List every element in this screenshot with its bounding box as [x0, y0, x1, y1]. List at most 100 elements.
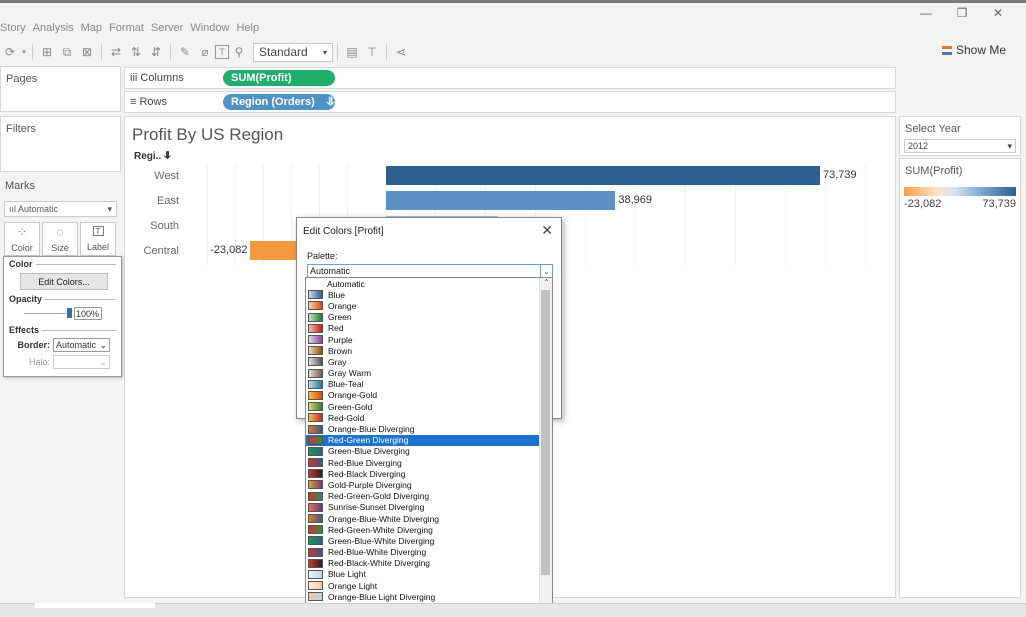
palette-option[interactable]: Red-Gold: [306, 412, 552, 423]
sum-profit-pill[interactable]: SUM(Profit): [223, 70, 335, 86]
restore-icon[interactable]: ❐: [944, 4, 980, 22]
highlight-icon[interactable]: ✎: [175, 42, 195, 62]
palette-option[interactable]: Green-Blue-White Diverging: [306, 535, 552, 546]
palette-option[interactable]: Green-Gold: [306, 401, 552, 412]
row-label[interactable]: South: [125, 220, 179, 232]
palette-option[interactable]: Orange Light: [306, 580, 552, 591]
palette-option[interactable]: Orange-Blue Diverging: [306, 423, 552, 434]
rows-shelf[interactable]: ≡ Rows Region (Orders) ⥥: [124, 91, 896, 113]
palette-option[interactable]: Red-Blue Diverging: [306, 457, 552, 468]
edit-colors-button[interactable]: Edit Colors...: [20, 273, 108, 290]
presentation-icon[interactable]: ⊤: [362, 42, 382, 62]
palette-option[interactable]: Sunrise-Sunset Diverging: [306, 502, 552, 513]
bar-east[interactable]: [386, 191, 616, 210]
region-header[interactable]: Regi.. ⥥: [134, 151, 171, 162]
palette-option-label: Orange-Gold: [328, 390, 378, 401]
menu-window[interactable]: Window: [190, 22, 229, 38]
effects-section-header: Effects: [4, 320, 121, 335]
mark-type-select[interactable]: ııl Automatic ▾: [4, 201, 117, 217]
palette-select[interactable]: Automatic ⌄: [307, 264, 553, 278]
label-mark-button[interactable]: T Label: [80, 222, 116, 256]
legend-values: -23,082 73,739: [900, 196, 1020, 212]
opacity-input[interactable]: 100%: [74, 307, 102, 320]
palette-dropdown-list[interactable]: Automatic Blue Orange Green Red Purple Brown Gr…: [305, 277, 553, 608]
palette-option-label: Red-Blue-White Diverging: [328, 547, 427, 558]
palette-option[interactable]: Blue-Teal: [306, 379, 552, 390]
row-label[interactable]: Central: [125, 245, 179, 257]
share-icon[interactable]: ⋖: [391, 42, 411, 62]
sheet-tab[interactable]: [35, 603, 155, 608]
color-legend-gradient[interactable]: [904, 187, 1016, 196]
row-label[interactable]: East: [125, 195, 179, 207]
row-label[interactable]: West: [125, 170, 179, 182]
pin-icon[interactable]: ⚲: [229, 42, 249, 62]
opacity-slider[interactable]: [24, 308, 72, 318]
palette-swatch-icon: [308, 390, 323, 400]
cards-icon[interactable]: ▤: [342, 42, 362, 62]
menu-help[interactable]: Help: [236, 22, 259, 38]
palette-option[interactable]: Brown: [306, 345, 552, 356]
sort-ascending-icon[interactable]: ⇅: [126, 42, 146, 62]
menu-server[interactable]: Server: [151, 22, 183, 38]
show-me-button[interactable]: Show Me: [941, 43, 1006, 57]
close-icon[interactable]: ✕: [980, 4, 1016, 22]
palette-option-label: Blue: [328, 289, 346, 300]
palette-swatch-icon: [308, 435, 323, 445]
halo-row: Halo: ⌄: [4, 352, 121, 369]
dropdown-scrollbar[interactable]: ⌃ ⌄: [539, 278, 552, 607]
palette-option[interactable]: Green-Blue Diverging: [306, 446, 552, 457]
palette-option[interactable]: Gold-Purple Diverging: [306, 479, 552, 490]
palette-option[interactable]: Red-Green-White Diverging: [306, 524, 552, 535]
menu-story[interactable]: Story: [0, 22, 26, 38]
sort-descending-icon[interactable]: ⇵: [146, 42, 166, 62]
palette-option[interactable]: Orange-Blue Light Diverging: [306, 591, 552, 602]
palette-option[interactable]: Green: [306, 312, 552, 323]
view-title[interactable]: Profit By US Region: [132, 125, 283, 145]
palette-option[interactable]: Red: [306, 323, 552, 334]
columns-shelf[interactable]: iii Columns SUM(Profit): [124, 67, 896, 89]
halo-select[interactable]: ⌄: [53, 355, 110, 369]
palette-option[interactable]: Gray Warm: [306, 368, 552, 379]
palette-option-label: Red-Green-White Diverging: [328, 524, 433, 535]
bar-west[interactable]: [386, 166, 820, 185]
region-pill[interactable]: Region (Orders) ⥥: [223, 94, 335, 110]
border-select[interactable]: Automatic ⌄: [53, 338, 110, 352]
palette-swatch-icon: [308, 525, 323, 535]
clear-sheet-icon[interactable]: ⊠: [77, 42, 97, 62]
label-icon[interactable]: T: [215, 45, 229, 59]
palette-option[interactable]: Automatic: [306, 278, 552, 289]
palette-option[interactable]: Purple: [306, 334, 552, 345]
color-popup: Color Edit Colors... Opacity 100% Effect…: [3, 256, 122, 377]
menu-analysis[interactable]: Analysis: [33, 22, 74, 38]
duplicate-sheet-icon[interactable]: ⧉: [57, 42, 77, 62]
swap-icon[interactable]: ⇄: [106, 42, 126, 62]
palette-option[interactable]: Orange-Gold: [306, 390, 552, 401]
palette-option[interactable]: Orange: [306, 300, 552, 311]
fit-select[interactable]: Standard ▾: [253, 42, 333, 62]
toolbar-divider: [32, 44, 33, 60]
menu-format[interactable]: Format: [109, 22, 144, 38]
palette-option[interactable]: Red-Blue-White Diverging: [306, 547, 552, 558]
scroll-up-icon[interactable]: ⌃: [543, 278, 550, 287]
size-mark-button[interactable]: ◌ Size: [42, 222, 78, 256]
color-mark-button[interactable]: ⁘ Color: [4, 222, 40, 256]
palette-option[interactable]: Red-Green Diverging: [306, 434, 552, 446]
dropdown-arrow-icon[interactable]: ▾: [20, 42, 28, 62]
year-select[interactable]: 2012 ▾: [904, 139, 1016, 153]
close-icon[interactable]: ✕: [541, 222, 553, 239]
palette-option[interactable]: Gray: [306, 356, 552, 367]
palette-option[interactable]: Red-Black-White Diverging: [306, 558, 552, 569]
palette-option[interactable]: Red-Green-Gold Diverging: [306, 491, 552, 502]
new-datasource-icon[interactable]: ⊞: [37, 42, 57, 62]
chevron-down-icon: ⌄: [99, 339, 107, 350]
refresh-icon[interactable]: ⟳: [0, 42, 20, 62]
group-icon[interactable]: ⌀: [195, 42, 215, 62]
menu-map[interactable]: Map: [81, 22, 102, 38]
palette-option[interactable]: Orange-Blue-White Diverging: [306, 513, 552, 524]
palette-option[interactable]: Red-Black Diverging: [306, 468, 552, 479]
scrollbar-thumb[interactable]: [541, 290, 550, 575]
palette-swatch-icon: [308, 368, 323, 378]
minimize-icon[interactable]: —: [908, 4, 944, 22]
palette-option[interactable]: Blue Light: [306, 569, 552, 580]
palette-option[interactable]: Blue: [306, 289, 552, 300]
